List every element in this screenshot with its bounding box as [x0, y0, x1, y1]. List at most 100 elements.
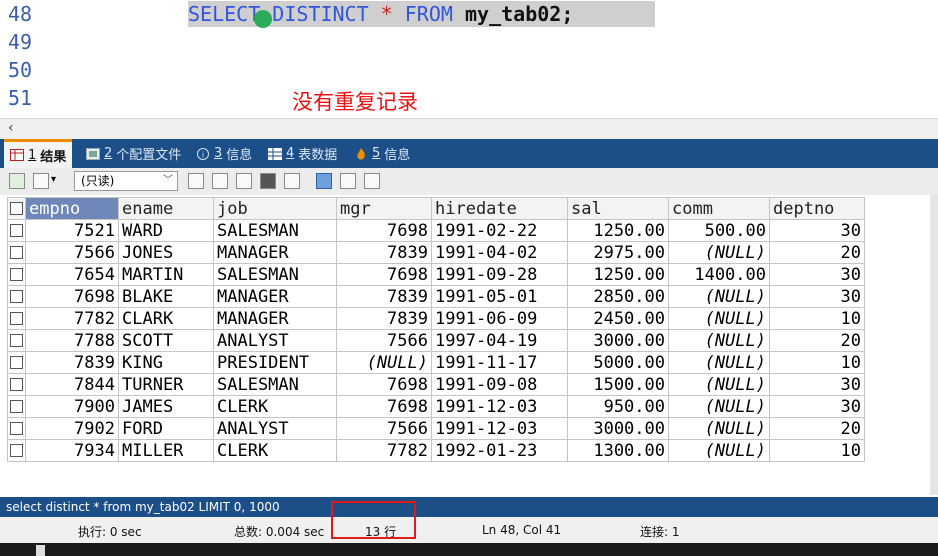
- column-header[interactable]: deptno: [769, 197, 865, 220]
- grid-cell-job[interactable]: CLERK: [213, 395, 337, 418]
- tab-info-2[interactable]: 5 信息: [354, 139, 410, 168]
- table-row[interactable]: 7521 WARD SALESMAN 7698 1991-02-22 1250.00 500…: [7, 219, 865, 242]
- grid-cell-empno[interactable]: 7844: [25, 373, 119, 396]
- grid-cell-ename[interactable]: KING: [118, 351, 214, 374]
- grid-cell-empno[interactable]: 7900: [25, 395, 119, 418]
- grid-cell-ename[interactable]: MARTIN: [118, 263, 214, 286]
- grid-cell-comm[interactable]: (NULL): [668, 307, 770, 330]
- grid-cell-sal[interactable]: 2450.00: [567, 307, 669, 330]
- grid-cell-mgr[interactable]: 7698: [336, 373, 432, 396]
- row-checkbox[interactable]: [7, 241, 26, 264]
- column-header[interactable]: ename: [118, 197, 214, 220]
- grid-cell-mgr[interactable]: 7698: [336, 395, 432, 418]
- grid-cell-comm[interactable]: (NULL): [668, 241, 770, 264]
- column-header[interactable]: mgr: [336, 197, 432, 220]
- import-icon[interactable]: [33, 173, 49, 189]
- table-row[interactable]: 7782 CLARK MANAGER 7839 1991-06-09 2450.00 (NU…: [7, 307, 865, 330]
- grid-cell-mgr[interactable]: 7839: [336, 241, 432, 264]
- grid-cell-deptno[interactable]: 10: [769, 307, 865, 330]
- grid-cell-job[interactable]: MANAGER: [213, 285, 337, 308]
- grid-cell-empno[interactable]: 7566: [25, 241, 119, 264]
- paste-icon[interactable]: [212, 173, 228, 189]
- grid-cell-empno[interactable]: 7934: [25, 439, 119, 462]
- grid-cell-job[interactable]: SALESMAN: [213, 373, 337, 396]
- refresh-icon[interactable]: [284, 173, 300, 189]
- table-row[interactable]: 7900 JAMES CLERK 7698 1991-12-03 950.00 (NULL)…: [7, 395, 865, 418]
- grid-cell-sal[interactable]: 2850.00: [567, 285, 669, 308]
- tab-table-data[interactable]: 4 表数据: [268, 139, 337, 168]
- grid-cell-deptno[interactable]: 30: [769, 373, 865, 396]
- row-checkbox[interactable]: [7, 285, 26, 308]
- chevron-down-icon[interactable]: ▾: [51, 174, 56, 185]
- grid-cell-mgr[interactable]: 7566: [336, 329, 432, 352]
- grid-vertical-scrollbar[interactable]: [930, 195, 938, 495]
- tab-profiles[interactable]: 2 个配置文件: [86, 139, 181, 168]
- row-checkbox[interactable]: [7, 263, 26, 286]
- grid-cell-comm[interactable]: (NULL): [668, 285, 770, 308]
- grid-cell-ename[interactable]: TURNER: [118, 373, 214, 396]
- grid-cell-hiredate[interactable]: 1991-04-02: [431, 241, 568, 264]
- text-view-icon[interactable]: [364, 173, 380, 189]
- grid-cell-ename[interactable]: SCOTT: [118, 329, 214, 352]
- grid-view-icon[interactable]: [316, 173, 332, 189]
- grid-cell-empno[interactable]: 7902: [25, 417, 119, 440]
- grid-cell-comm[interactable]: (NULL): [668, 351, 770, 374]
- grid-cell-empno[interactable]: 7521: [25, 219, 119, 242]
- grid-cell-ename[interactable]: CLARK: [118, 307, 214, 330]
- row-checkbox[interactable]: [7, 329, 26, 352]
- grid-cell-empno[interactable]: 7698: [25, 285, 119, 308]
- row-checkbox[interactable]: [7, 417, 26, 440]
- table-row[interactable]: 7934 MILLER CLERK 7782 1992-01-23 1300.00 (NUL…: [7, 439, 865, 462]
- grid-cell-ename[interactable]: MILLER: [118, 439, 214, 462]
- grid-cell-job[interactable]: SALESMAN: [213, 263, 337, 286]
- delete-icon[interactable]: [260, 173, 276, 189]
- table-row[interactable]: 7698 BLAKE MANAGER 7839 1991-05-01 2850.00 (NU…: [7, 285, 865, 308]
- export-icon[interactable]: [9, 173, 25, 189]
- app-icon[interactable]: [36, 545, 45, 556]
- table-row[interactable]: 7566 JONES MANAGER 7839 1991-04-02 2975.00 (NU…: [7, 241, 865, 264]
- grid-cell-job[interactable]: ANALYST: [213, 417, 337, 440]
- grid-cell-sal[interactable]: 1500.00: [567, 373, 669, 396]
- row-checkbox[interactable]: [7, 307, 26, 330]
- grid-cell-sal[interactable]: 2975.00: [567, 241, 669, 264]
- grid-cell-deptno[interactable]: 20: [769, 417, 865, 440]
- grid-cell-sal[interactable]: 1250.00: [567, 219, 669, 242]
- grid-cell-ename[interactable]: WARD: [118, 219, 214, 242]
- grid-cell-hiredate[interactable]: 1991-09-08: [431, 373, 568, 396]
- grid-cell-hiredate[interactable]: 1991-02-22: [431, 219, 568, 242]
- column-header[interactable]: hiredate: [431, 197, 568, 220]
- row-checkbox[interactable]: [7, 373, 26, 396]
- grid-cell-hiredate[interactable]: 1991-11-17: [431, 351, 568, 374]
- row-checkbox[interactable]: [7, 219, 26, 242]
- form-view-icon[interactable]: [340, 173, 356, 189]
- save-icon[interactable]: [236, 173, 252, 189]
- grid-cell-ename[interactable]: FORD: [118, 417, 214, 440]
- grid-cell-sal[interactable]: 1300.00: [567, 439, 669, 462]
- grid-cell-mgr[interactable]: 7698: [336, 263, 432, 286]
- tab-info[interactable]: i 3 信息: [196, 139, 252, 168]
- grid-cell-deptno[interactable]: 10: [769, 439, 865, 462]
- grid-cell-hiredate[interactable]: 1991-09-28: [431, 263, 568, 286]
- grid-cell-hiredate[interactable]: 1991-05-01: [431, 285, 568, 308]
- grid-cell-hiredate[interactable]: 1991-12-03: [431, 417, 568, 440]
- grid-cell-mgr[interactable]: 7698: [336, 219, 432, 242]
- grid-cell-comm[interactable]: (NULL): [668, 395, 770, 418]
- table-row[interactable]: 7654 MARTIN SALESMAN 7698 1991-09-28 1250.00 1…: [7, 263, 865, 286]
- grid-cell-deptno[interactable]: 10: [769, 351, 865, 374]
- grid-cell-hiredate[interactable]: 1992-01-23: [431, 439, 568, 462]
- row-checkbox[interactable]: [7, 395, 26, 418]
- grid-cell-job[interactable]: MANAGER: [213, 241, 337, 264]
- grid-cell-empno[interactable]: 7839: [25, 351, 119, 374]
- grid-cell-deptno[interactable]: 20: [769, 241, 865, 264]
- column-header[interactable]: empno: [25, 197, 119, 220]
- grid-cell-comm[interactable]: (NULL): [668, 373, 770, 396]
- grid-cell-job[interactable]: PRESIDENT: [213, 351, 337, 374]
- table-row[interactable]: 7788 SCOTT ANALYST 7566 1997-04-19 3000.00 (NU…: [7, 329, 865, 352]
- grid-cell-hiredate[interactable]: 1997-04-19: [431, 329, 568, 352]
- grid-cell-empno[interactable]: 7788: [25, 329, 119, 352]
- column-header[interactable]: sal: [567, 197, 669, 220]
- grid-cell-sal[interactable]: 1250.00: [567, 263, 669, 286]
- grid-cell-ename[interactable]: JAMES: [118, 395, 214, 418]
- grid-cell-job[interactable]: CLERK: [213, 439, 337, 462]
- grid-cell-sal[interactable]: 5000.00: [567, 351, 669, 374]
